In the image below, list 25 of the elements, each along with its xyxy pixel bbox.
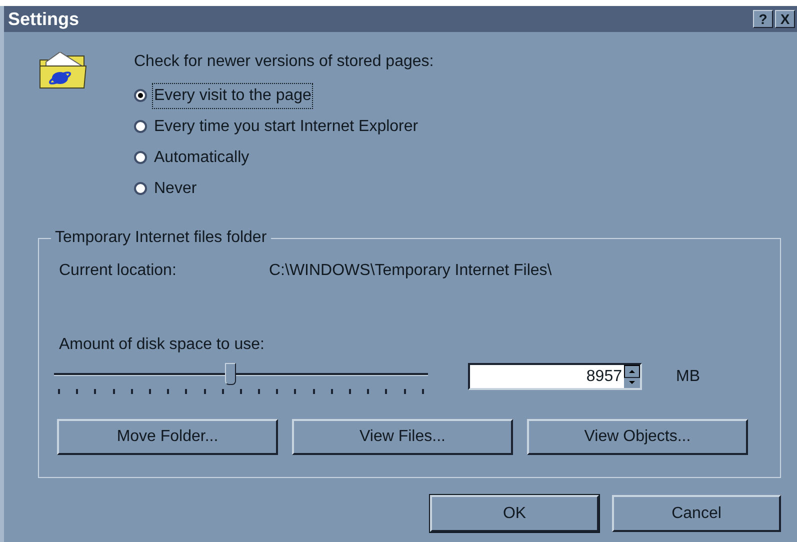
size-value: 8957 xyxy=(585,367,623,387)
window-title: Settings xyxy=(8,8,80,31)
slider-thumb[interactable] xyxy=(224,363,236,385)
ok-button[interactable]: OK xyxy=(430,495,599,532)
location-label: Current location: xyxy=(59,261,178,281)
help-button[interactable]: ? xyxy=(753,10,773,28)
dialog-button[interactable]: View Objects... xyxy=(527,419,748,455)
dialog-button[interactable]: View Files... xyxy=(292,419,513,455)
radio-label[interactable]: Never xyxy=(153,176,198,200)
radio-button[interactable] xyxy=(134,89,147,102)
radio-label[interactable]: Every time you start Internet Explorer xyxy=(153,114,420,138)
unit-label: MB xyxy=(676,366,700,386)
radio-label[interactable]: Automatically xyxy=(153,146,250,170)
radio-label[interactable]: Every visit to the page xyxy=(153,84,312,108)
radio-button[interactable] xyxy=(134,151,147,164)
dialog-button[interactable]: Cancel xyxy=(612,495,781,532)
radio-button[interactable] xyxy=(134,182,147,195)
size-spinner[interactable]: 8957 xyxy=(468,363,642,390)
radio-button[interactable] xyxy=(134,120,147,133)
space-label: Amount of disk space to use: xyxy=(59,335,266,355)
location-path: C:\WINDOWS\Temporary Internet Files\ xyxy=(269,261,552,281)
check-prompt: Check for newer versions of stored pages: xyxy=(134,52,434,72)
dialog-button[interactable]: Move Folder... xyxy=(57,419,278,455)
close-button[interactable]: X xyxy=(775,10,795,28)
group-title: Temporary Internet files folder xyxy=(51,228,271,248)
